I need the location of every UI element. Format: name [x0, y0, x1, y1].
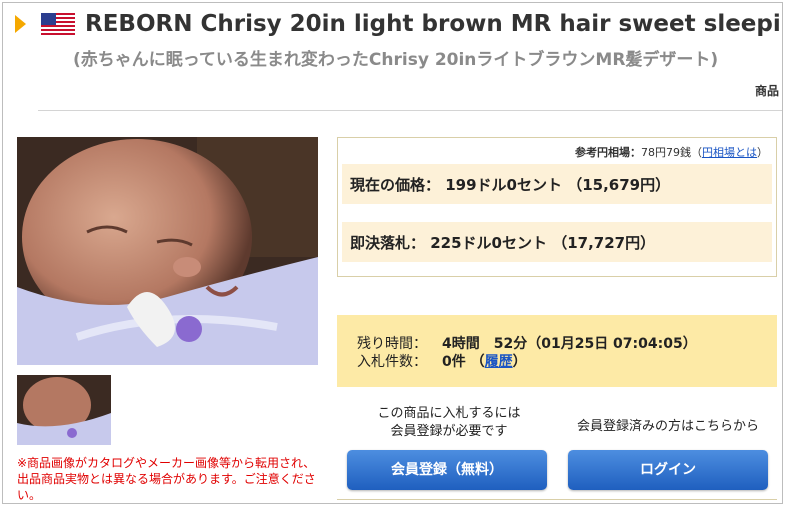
divider: [38, 110, 782, 111]
paren-close: ）: [512, 354, 527, 370]
image-notice: ※商品画像がカタログやメーカー画像等から転用され、出品商品実物とは異なる場合があ…: [17, 456, 316, 502]
price-box: 参考円相場：78円79銭（円相場とは） 現在の価格： 199ドル0セント （15…: [337, 137, 777, 277]
market-price-label: 参考円相場：: [575, 146, 641, 159]
main-product-image[interactable]: [17, 137, 318, 365]
bid-count-value-row: 0件 （履歴）: [442, 351, 527, 371]
paren-open: （: [691, 146, 702, 159]
header-label: 商品: [755, 84, 780, 98]
page-frame: REBORN Chrisy 20in light brown MR hair s…: [2, 2, 783, 504]
register-note: この商品に入札するには 会員登録が必要です: [349, 405, 549, 441]
bottom-divider: [337, 499, 777, 500]
bid-count-label: 入札件数：: [357, 354, 427, 370]
register-note-line2: 会員登録が必要です: [390, 424, 508, 439]
login-button[interactable]: ログイン: [568, 450, 768, 490]
current-price: 現在の価格： 199ドル0セント （15,679円）: [350, 176, 671, 194]
market-rate-link[interactable]: 円相場とは: [702, 146, 757, 159]
current-price-row: 現在の価格： 199ドル0セント （15,679円）: [342, 164, 772, 204]
bid-history-link[interactable]: 履歴: [485, 354, 513, 370]
page-subtitle: (赤ちゃんに眠っている生まれ変わったChrisy 20inライトブラウンMR髪デ…: [73, 50, 719, 70]
member-note: 会員登録済みの方はこちらから: [576, 419, 759, 434]
market-price-value: 78円79銭: [641, 146, 691, 159]
thumbnail-image[interactable]: [17, 375, 111, 445]
time-left-value: 4時間 52分（01月25日 07:04:05）: [442, 336, 697, 352]
paren-close: ）: [757, 146, 768, 159]
register-note-line1: この商品に入札するには: [377, 406, 521, 421]
title-row: REBORN Chrisy 20in light brown MR hair s…: [15, 9, 783, 39]
buyout-price: 即決落札： 225ドル0セント （17,727円）: [350, 234, 656, 252]
bid-count-value: 0件: [442, 354, 466, 370]
market-price: 参考円相場：78円79銭（円相場とは）: [575, 144, 768, 160]
arrow-icon: [15, 15, 26, 33]
page-title: REBORN Chrisy 20in light brown MR hair s…: [85, 11, 783, 37]
time-left-label: 残り時間：: [357, 336, 427, 352]
register-button[interactable]: 会員登録（無料）: [347, 450, 547, 490]
buyout-price-row: 即決落札： 225ドル0セント （17,727円）: [342, 222, 772, 262]
us-flag-icon: [41, 13, 75, 35]
time-box: 残り時間： 4時間 52分（01月25日 07:04:05） 入札件数： 0件 …: [337, 315, 777, 387]
paren-open: （: [470, 354, 485, 370]
